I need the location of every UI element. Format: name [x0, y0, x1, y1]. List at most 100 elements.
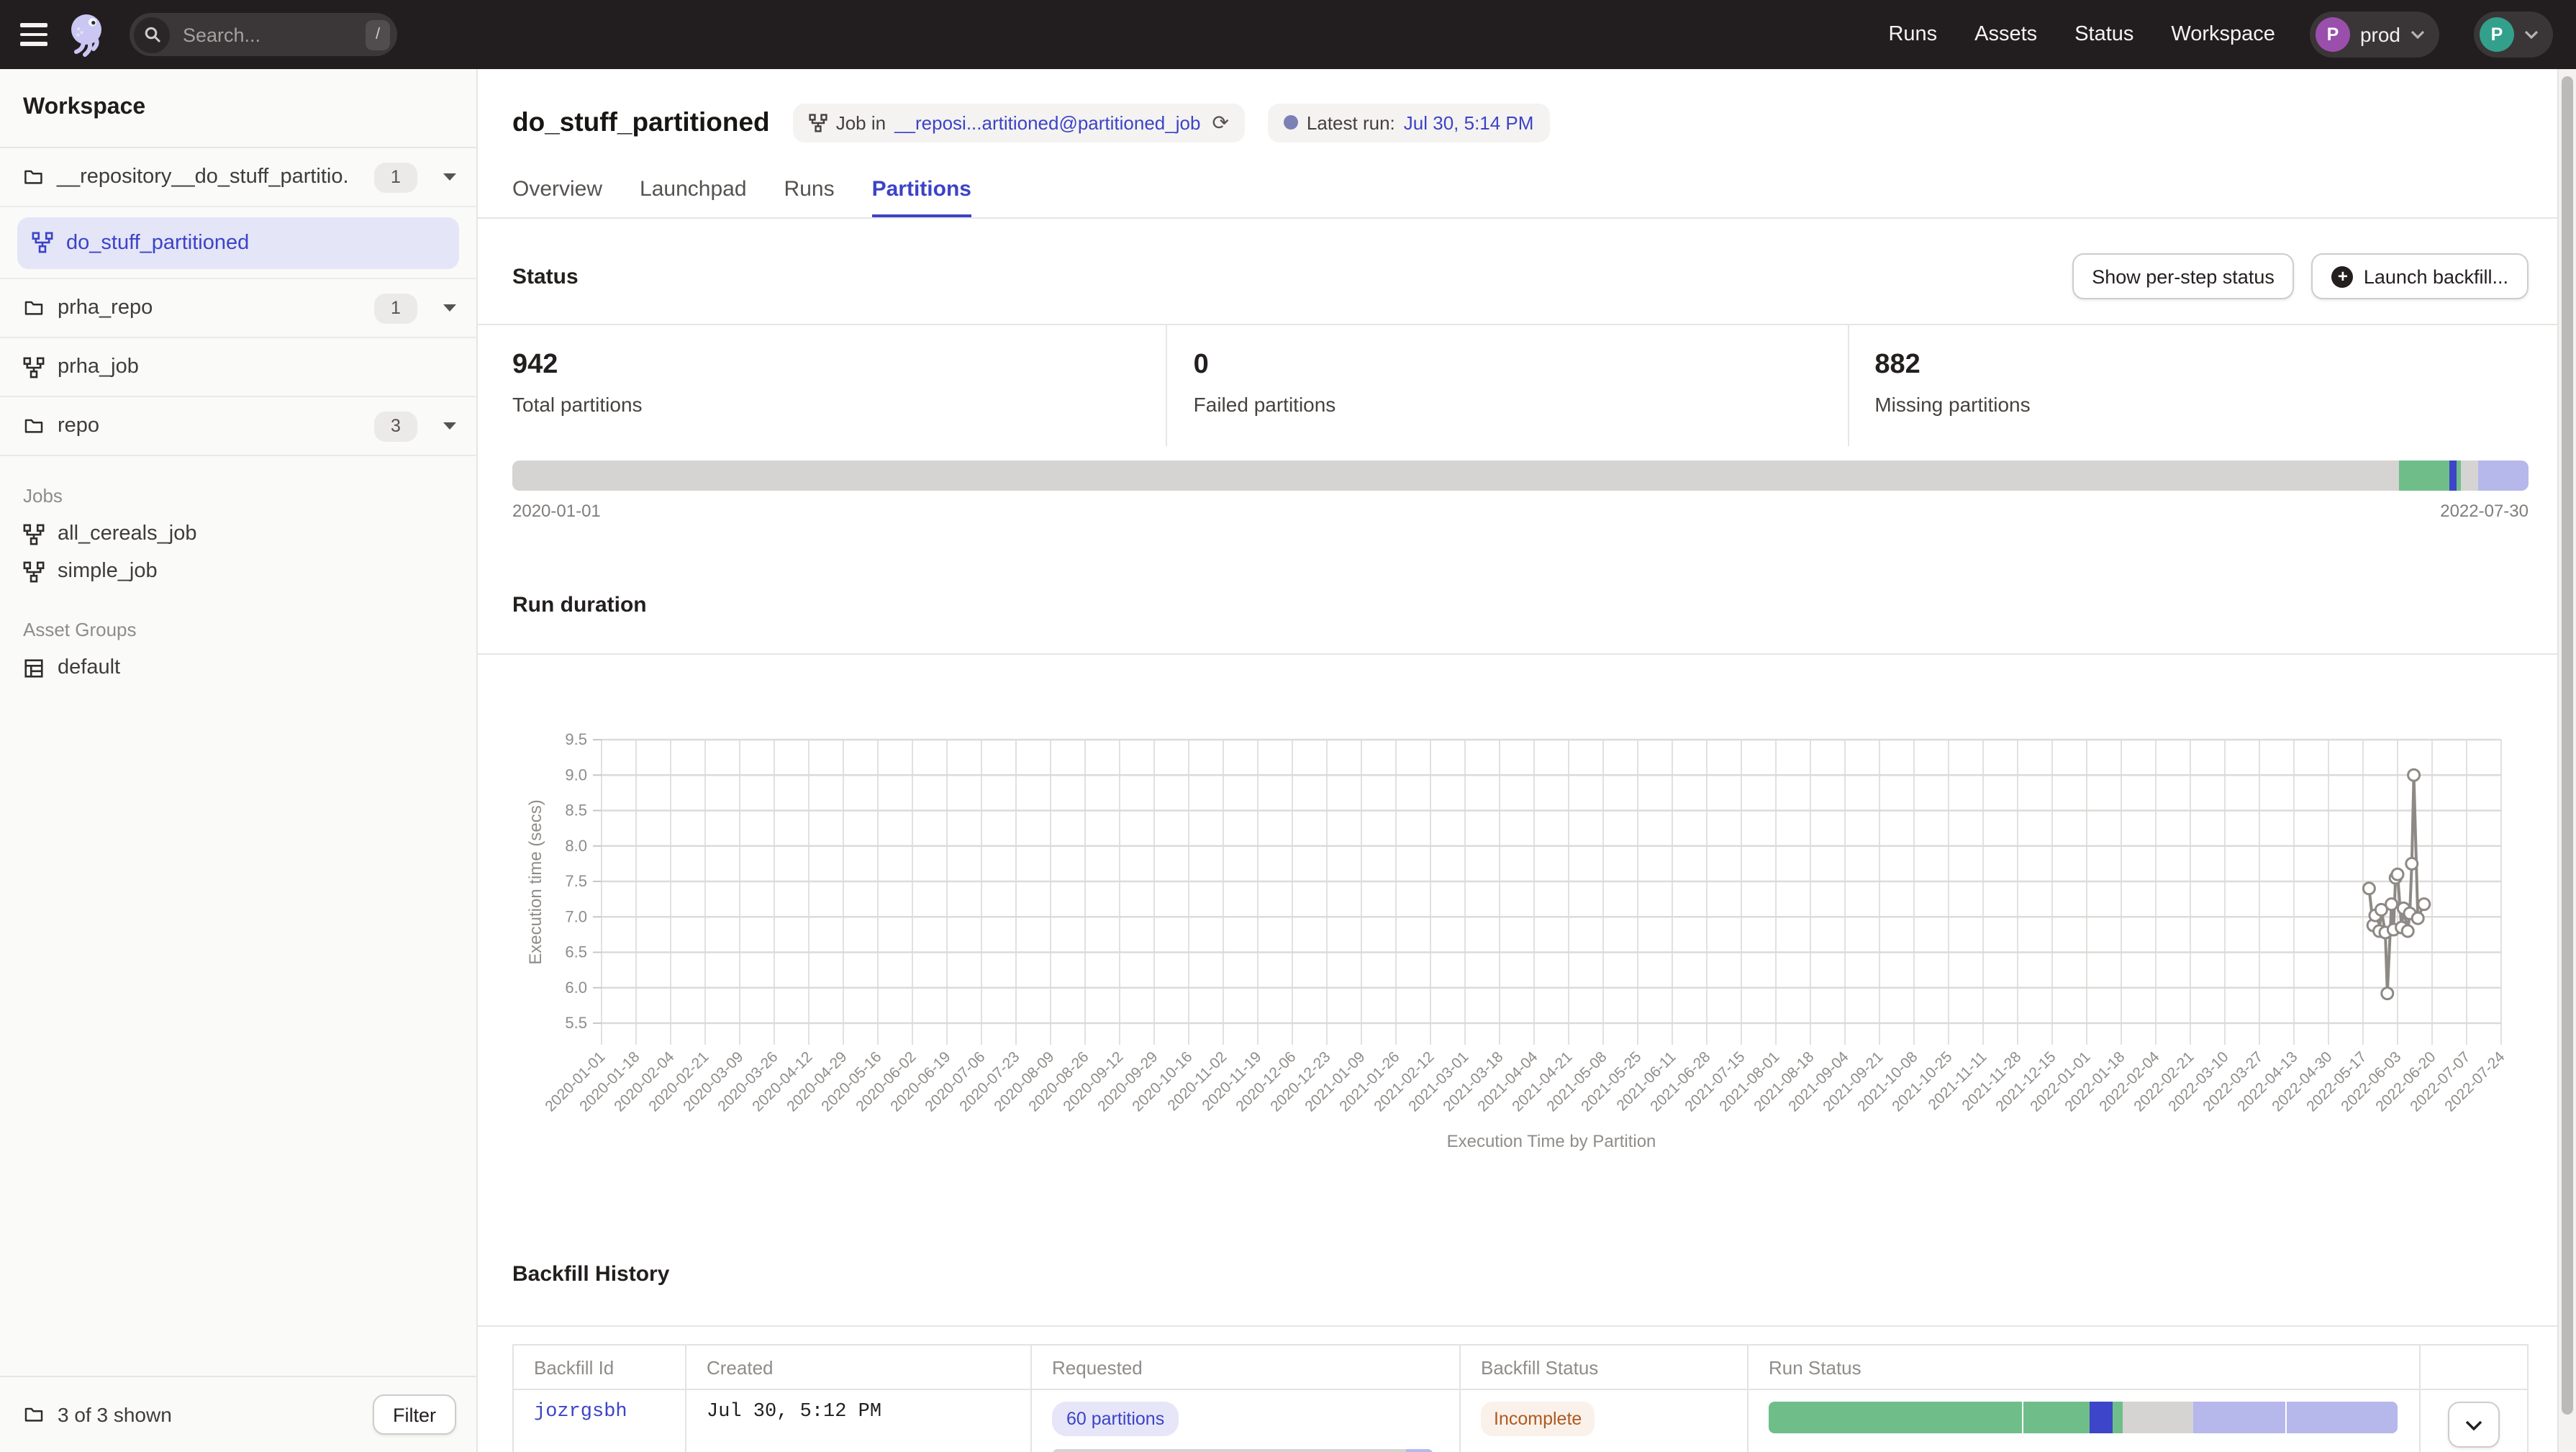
nav-assets[interactable]: Assets [1974, 23, 2037, 46]
partition-range-start: 2020-01-01 [512, 501, 601, 521]
page: Search... / Runs Assets Status Workspace… [0, 0, 2576, 1452]
sidebar-footer: 3 of 3 shown Filter [0, 1376, 476, 1452]
stat-missing-partitions: 882 Missing partitions [1849, 325, 2529, 446]
job-icon [23, 561, 45, 582]
requested-partitions-badge[interactable]: 60 partitions [1052, 1402, 1179, 1436]
sidebar-item-all-cereals-job[interactable]: all_cereals_job [0, 515, 476, 553]
search-placeholder: Search... [183, 24, 366, 45]
latest-run-pill: Latest run: Jul 30, 5:14 PM [1268, 103, 1550, 142]
sidebar-item-repository-do-stuff[interactable]: __repository__do_stuff_partitio... 1 [0, 148, 476, 207]
backfill-id-link[interactable]: jozrgsbh [534, 1402, 627, 1423]
column-header-actions [2421, 1346, 2527, 1389]
column-header-requested: Requested [1032, 1346, 1461, 1389]
launch-backfill-button[interactable]: + Launch backfill... [2312, 253, 2529, 299]
status-heading: Status [512, 264, 579, 289]
deployment-switcher[interactable]: P prod [2310, 12, 2439, 58]
sidebar-item-label: all_cereals_job [58, 522, 196, 545]
stat-value: 942 [512, 350, 1166, 381]
job-icon [23, 523, 45, 545]
job-origin-pill: Job in __reposi...artitioned@partitioned… [793, 103, 1245, 142]
chevron-down-icon [2524, 30, 2539, 39]
sidebar-item-do-stuff-partitioned[interactable]: do_stuff_partitioned [17, 217, 459, 268]
sidebar-item-label: repo [58, 414, 99, 437]
sidebar-item-default-asset-group[interactable]: default [0, 649, 476, 686]
user-menu[interactable]: P [2474, 12, 2553, 58]
run-status-bar[interactable] [1769, 1402, 2398, 1433]
caret-down-icon[interactable] [443, 304, 456, 312]
svg-text:9.0: 9.0 [565, 766, 587, 784]
status-section-header: Status Show per-step status + Launch bac… [478, 219, 2557, 325]
job-icon [809, 113, 827, 132]
sidebar-item-repo[interactable]: repo 3 [0, 397, 476, 456]
run-duration-heading: Run duration [512, 593, 647, 617]
caret-down-icon[interactable] [443, 422, 456, 430]
column-header-run-status: Run Status [1749, 1346, 2421, 1389]
expand-row-button[interactable] [2448, 1402, 2500, 1448]
folder-icon [23, 416, 45, 436]
tab-launchpad[interactable]: Launchpad [640, 177, 747, 217]
tab-runs[interactable]: Runs [784, 177, 835, 217]
job-count-badge: 1 [374, 293, 417, 323]
reload-icon[interactable]: ⟳ [1212, 110, 1228, 135]
sidebar-title: Workspace [0, 69, 476, 148]
sidebar-item-simple-job[interactable]: simple_job [0, 553, 476, 590]
menu-icon[interactable] [0, 23, 66, 46]
chevron-down-icon [2465, 1420, 2482, 1430]
job-count-badge: 1 [374, 162, 417, 192]
caret-down-icon[interactable] [443, 173, 456, 181]
folder-icon [23, 298, 45, 318]
dagster-logo-icon[interactable] [66, 12, 109, 58]
plus-icon: + [2332, 266, 2354, 287]
run-duration-chart: 2020-01-012020-01-182020-02-042020-02-21… [478, 655, 2557, 1170]
vertical-scrollbar[interactable] [2557, 69, 2576, 1452]
search-shortcut-key: / [366, 19, 390, 50]
execution-time-chart[interactable]: 2020-01-012020-01-182020-02-042020-02-21… [512, 666, 2531, 1163]
folder-icon [23, 1405, 45, 1425]
nav-status[interactable]: Status [2074, 23, 2133, 46]
sidebar-item-prha-repo[interactable]: prha_repo 1 [0, 279, 476, 338]
svg-text:9.5: 9.5 [565, 730, 587, 748]
filter-button[interactable]: Filter [373, 1394, 456, 1435]
stat-value: 882 [1874, 350, 2529, 381]
job-header: do_stuff_partitioned Job in __reposi...a… [478, 69, 2557, 219]
job-icon [23, 356, 45, 378]
job-icon [32, 232, 53, 253]
svg-text:Execution time (secs): Execution time (secs) [526, 799, 545, 964]
partition-status-bar-section: 2020-01-01 2022-07-30 [478, 446, 2557, 521]
stat-total-partitions: 942 Total partitions [512, 325, 1168, 446]
stat-value: 0 [1194, 350, 1848, 381]
stat-label: Failed partitions [1194, 393, 1848, 416]
sidebar-item-label: prha_job [58, 355, 139, 378]
folder-icon [23, 167, 44, 187]
deployment-avatar: P [2316, 17, 2350, 52]
latest-run-label: Latest run: [1307, 112, 1395, 133]
backfill-history-table: Backfill Id Created Requested Backfill S… [512, 1344, 2529, 1452]
stat-failed-partitions: 0 Failed partitions [1168, 325, 1849, 446]
sidebar-item-label: prha_repo [58, 296, 153, 319]
asset-group-icon [23, 657, 45, 679]
search-input[interactable]: Search... / [130, 13, 397, 56]
sidebar-item-label: __repository__do_stuff_partitio... [57, 165, 348, 189]
deployment-name: prod [2360, 23, 2400, 46]
latest-run-link[interactable]: Jul 30, 5:14 PM [1404, 112, 1534, 133]
show-per-step-status-button[interactable]: Show per-step status [2072, 253, 2295, 299]
table-row: jozrgsbh Jul 30, 5:12 PM 60 partitions 2… [514, 1390, 2527, 1452]
sidebar-item-label: do_stuff_partitioned [66, 231, 249, 254]
scrollbar-thumb[interactable] [2562, 76, 2573, 1415]
repository-link[interactable]: __reposi...artitioned@partitioned_job [894, 112, 1200, 133]
svg-text:6.5: 6.5 [565, 943, 587, 961]
svg-text:8.5: 8.5 [565, 802, 587, 820]
partition-stats: 942 Total partitions 0 Failed partitions… [478, 325, 2557, 446]
tab-partitions[interactable]: Partitions [872, 177, 971, 217]
asset-groups-section-label: Asset Groups [0, 590, 476, 649]
sidebar-item-label: simple_job [58, 560, 158, 583]
nav-runs[interactable]: Runs [1888, 23, 1937, 46]
partition-status-bar[interactable] [512, 460, 2529, 491]
sidebar-item-prha-job[interactable]: prha_job [0, 338, 476, 397]
tab-overview[interactable]: Overview [512, 177, 602, 217]
nav-workspace[interactable]: Workspace [2171, 23, 2275, 46]
svg-text:Execution Time by Partition: Execution Time by Partition [1447, 1132, 1656, 1151]
run-status-dot [1284, 115, 1298, 130]
job-count-badge: 3 [374, 411, 417, 441]
svg-text:6.0: 6.0 [565, 979, 587, 997]
